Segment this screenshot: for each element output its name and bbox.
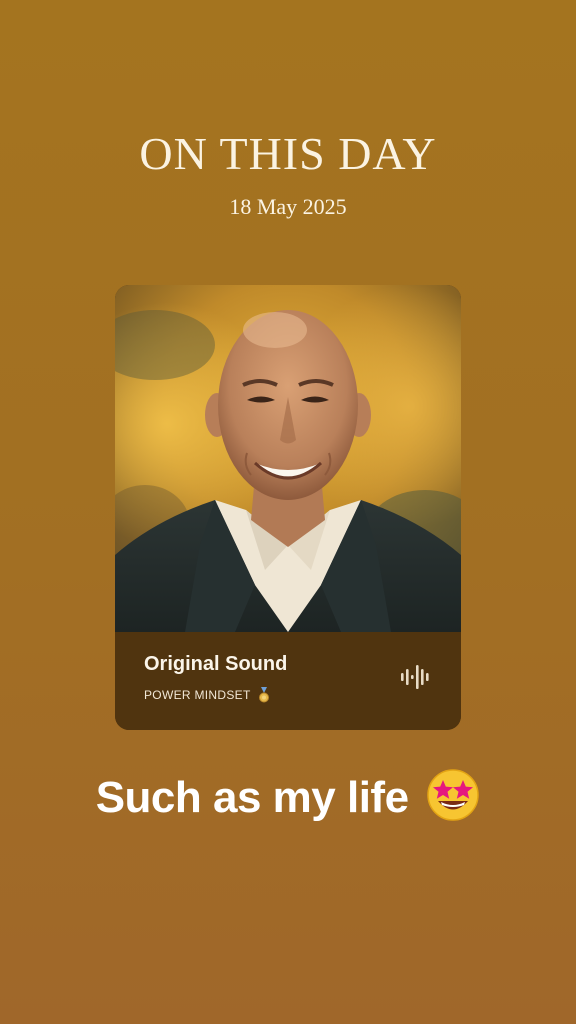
medal-icon (259, 687, 269, 703)
sound-artist[interactable]: POWER MINDSET (144, 687, 270, 703)
star-struck-emoji-icon (427, 769, 480, 821)
sound-wave-icon[interactable] (400, 664, 432, 690)
sound-title[interactable]: Original Sound (144, 652, 287, 676)
caption: Such as my life (0, 768, 576, 828)
date-label: 18 May 2025 (229, 194, 347, 219)
sound-card[interactable]: Original Sound POWER MINDSET (115, 285, 461, 730)
artist-name: POWER MINDSET (144, 688, 251, 702)
page-title: ON THIS DAY (139, 128, 437, 179)
caption-text: Such as my life (95, 773, 409, 822)
portrait-photo (115, 285, 461, 632)
sound-info: Original Sound POWER MINDSET (115, 632, 461, 730)
